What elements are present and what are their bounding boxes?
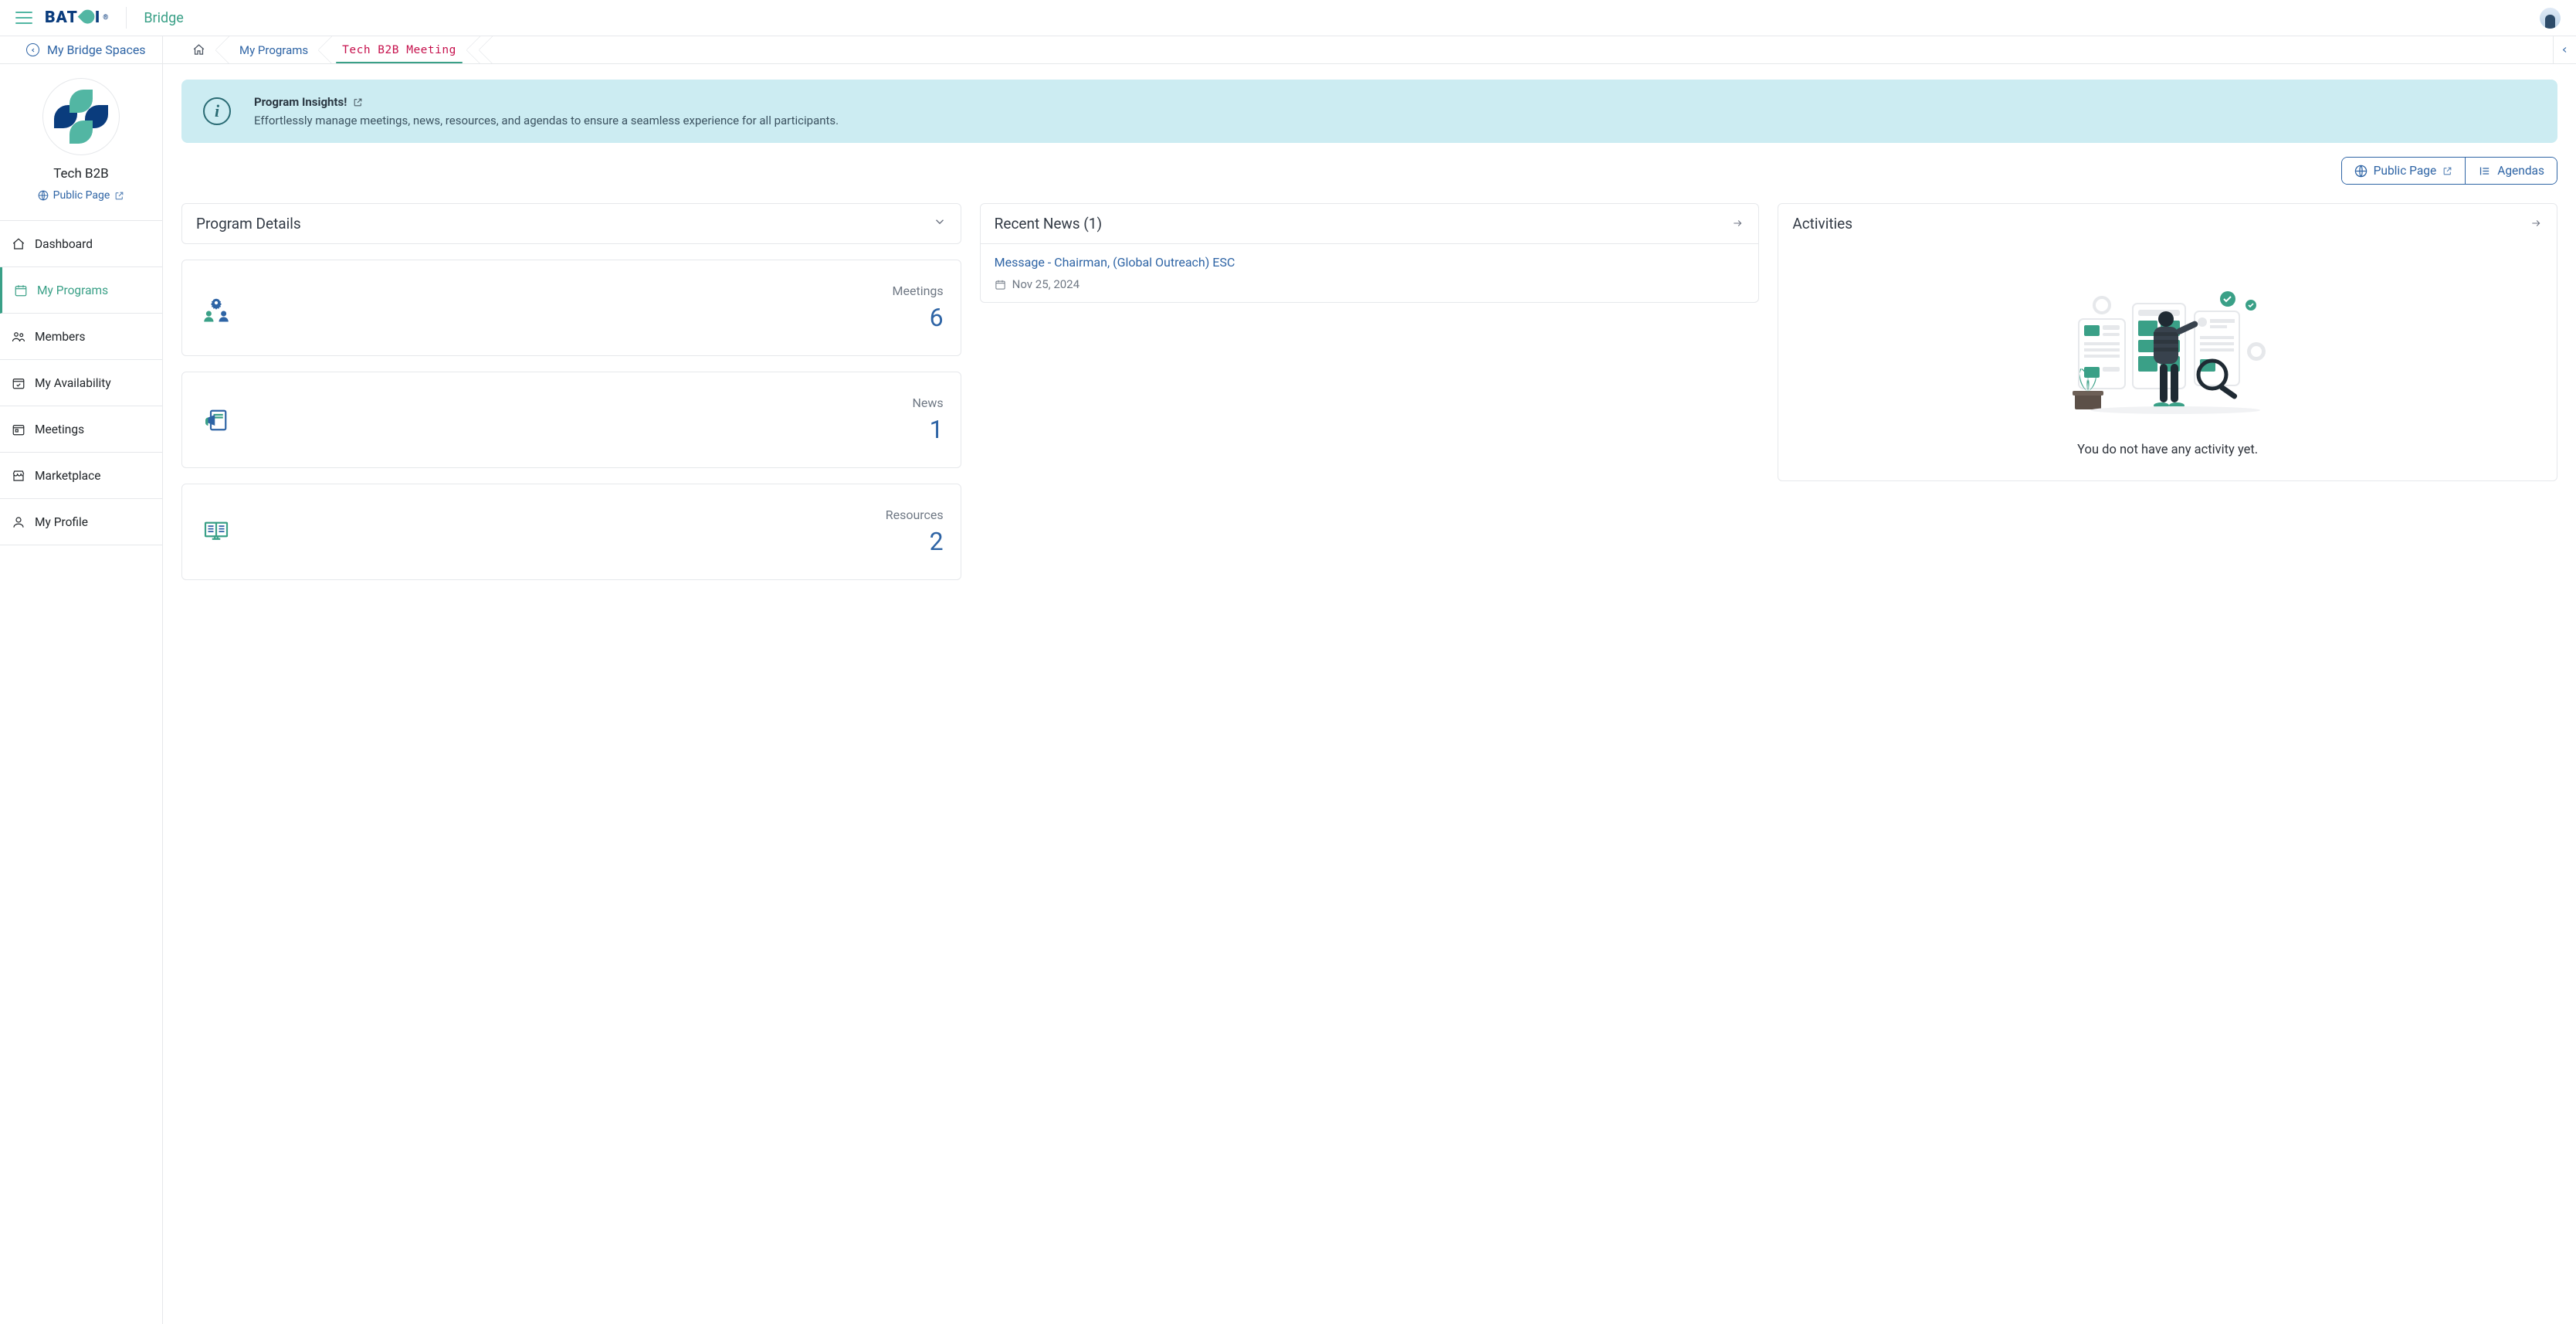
insights-desc: Effortlessly manage meetings, news, reso… [254,114,839,127]
public-page-label: Public Page [53,189,110,202]
collapse-panel-button[interactable] [2553,36,2576,63]
globe-icon [2354,165,2368,178]
program-details-title: Program Details [196,215,301,233]
nav-label: My Programs [37,283,108,297]
store-icon [12,469,25,483]
back-icon [26,43,39,56]
breadcrumb-bar: My Bridge Spaces My Programs Tech B2B Me… [0,36,2576,64]
stat-card-resources[interactable]: Resources 2 [181,484,961,580]
globe-icon [38,190,49,201]
stat-label: News [912,396,943,410]
sidebar: Tech B2B Public Page Dashboard My Progra… [0,64,163,1324]
home-icon [12,237,25,251]
public-page-label: Public Page [2374,164,2437,178]
users-icon [12,330,25,344]
breadcrumb-home[interactable] [175,36,222,63]
insights-title: Program Insights! [254,95,347,109]
nav-label: Marketplace [35,469,100,483]
program-details-header[interactable]: Program Details [182,204,961,243]
logo[interactable]: BAT I® [45,8,109,27]
book-icon [199,515,233,549]
home-icon [192,43,205,56]
sidebar-public-page-link[interactable]: Public Page [38,189,125,202]
sidebar-item-meetings[interactable]: Meetings [0,406,162,453]
activities-header[interactable]: Activities [1778,204,2557,243]
breadcrumb-label: Tech B2B Meeting [342,44,456,56]
stat-value: 1 [912,415,943,444]
logo-text: BAT [45,8,78,27]
sidebar-item-profile[interactable]: My Profile [0,499,162,545]
my-spaces-label: My Bridge Spaces [47,42,146,57]
user-avatar[interactable] [2540,8,2561,29]
nav-label: My Availability [35,376,111,390]
agendas-button[interactable]: Agendas [2465,158,2557,184]
empty-illustration [2059,259,2276,436]
recent-news-header[interactable]: Recent News (1) [981,204,1759,243]
breadcrumb-label: My Programs [239,43,308,57]
stat-value: 6 [893,303,944,332]
news-item[interactable]: Message - Chairman, (Global Outreach) ES… [981,243,1759,302]
breadcrumb-item-current[interactable]: Tech B2B Meeting [325,36,473,63]
main-content: i Program Insights! Effortlessly manage … [163,64,2576,1324]
action-button-group: Public Page Agendas [2341,157,2557,185]
arrow-right-icon [2529,215,2543,233]
stat-value: 2 [886,527,944,556]
stat-card-meetings[interactable]: Meetings 6 [181,260,961,356]
news-headline[interactable]: Message - Chairman, (Global Outreach) ES… [995,255,1235,270]
app-name[interactable]: Bridge [144,10,184,26]
nav-label: Dashboard [35,237,93,251]
external-link-icon [2442,166,2452,176]
top-nav: BAT I® Bridge [0,0,2576,36]
calendar-check-icon [12,376,25,390]
calendar-icon [14,283,28,297]
program-details-card: Program Details [181,203,961,244]
recent-news-card: Recent News (1) Message - Chairman, (Glo… [980,203,1760,303]
stat-label: Resources [886,508,944,522]
menu-toggle-button[interactable] [15,12,32,24]
nav-label: Members [35,330,86,344]
registered-symbol: ® [103,14,109,22]
gear-users-icon [199,291,233,325]
recent-news-title: Recent News (1) [995,215,1102,233]
nav-label: Meetings [35,423,84,436]
chevron-down-icon [933,215,947,233]
info-icon: i [203,97,231,125]
stat-label: Meetings [893,283,944,298]
stat-card-news[interactable]: News 1 [181,372,961,468]
sidebar-nav: Dashboard My Programs Members My Availab… [0,221,162,545]
sidebar-item-availability[interactable]: My Availability [0,360,162,406]
activities-card: Activities [1778,203,2557,481]
external-link-icon [114,191,124,201]
logo-text-2: I [95,8,100,27]
calendar-icon [995,279,1006,290]
calendar-date-icon [12,423,25,436]
activities-title: Activities [1792,215,1852,233]
user-icon [12,515,25,529]
insights-banner: i Program Insights! Effortlessly manage … [181,80,2557,143]
divider [126,7,127,29]
breadcrumb-spacer [473,36,486,63]
my-spaces-link[interactable]: My Bridge Spaces [0,36,163,63]
sidebar-item-members[interactable]: Members [0,314,162,360]
org-name: Tech B2B [53,166,109,182]
org-logo [42,78,120,155]
breadcrumb-item-programs[interactable]: My Programs [222,36,325,63]
megaphone-icon [199,403,233,437]
activities-empty-caption: You do not have any activity yet. [2077,443,2258,457]
list-icon [2478,165,2491,178]
activities-empty-state: You do not have any activity yet. [1778,243,2557,480]
sidebar-item-programs[interactable]: My Programs [0,267,162,314]
arrow-right-icon [1730,215,1744,233]
external-link-icon [353,97,363,107]
news-date-text: Nov 25, 2024 [1012,277,1080,291]
insights-title-row[interactable]: Program Insights! [254,95,839,109]
sidebar-item-marketplace[interactable]: Marketplace [0,453,162,499]
sidebar-item-dashboard[interactable]: Dashboard [0,221,162,267]
agendas-label: Agendas [2497,164,2544,178]
nav-label: My Profile [35,515,88,529]
public-page-button[interactable]: Public Page [2342,158,2466,184]
